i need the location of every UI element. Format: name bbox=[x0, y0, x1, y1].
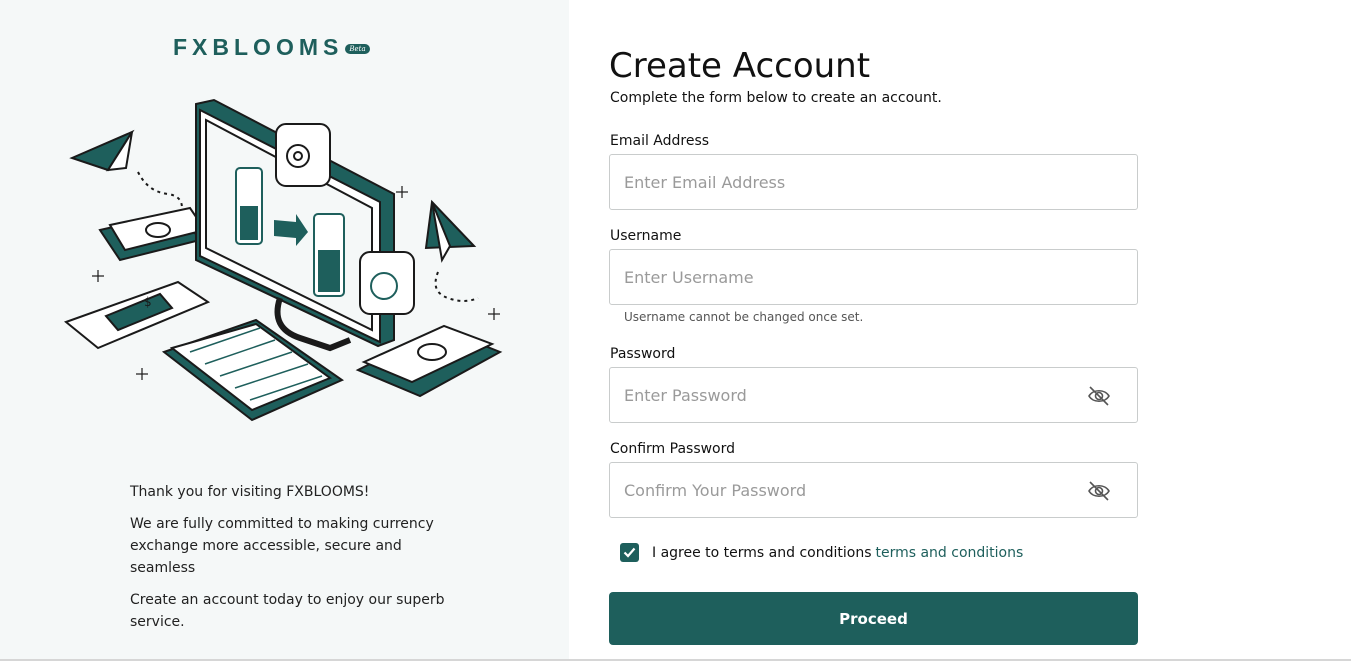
email-field[interactable] bbox=[610, 155, 1137, 209]
terms-checkbox[interactable] bbox=[620, 543, 639, 562]
brand-logo[interactable]: FXBLOOMS Beta bbox=[173, 34, 370, 61]
confirm-password-field-wrapper bbox=[609, 462, 1138, 518]
welcome-line-3: Create an account today to enjoy our sup… bbox=[130, 592, 445, 630]
welcome-line-2: We are fully committed to making currenc… bbox=[130, 516, 434, 576]
password-field[interactable] bbox=[610, 368, 1137, 422]
username-label: Username bbox=[610, 228, 682, 244]
password-field-wrapper bbox=[609, 367, 1138, 423]
terms-text: I agree to terms and conditions bbox=[652, 544, 872, 561]
brand-name: FXBLOOMS bbox=[173, 34, 344, 60]
money-transfer-illustration: $ bbox=[63, 98, 503, 422]
password-label: Password bbox=[610, 346, 676, 362]
page-subtitle: Complete the form below to create an acc… bbox=[610, 90, 942, 106]
username-field[interactable] bbox=[610, 250, 1137, 304]
terms-link[interactable]: terms and conditions bbox=[875, 545, 1023, 561]
confirm-password-field[interactable] bbox=[610, 463, 1137, 517]
username-hint: Username cannot be changed once set. bbox=[624, 310, 864, 324]
checkmark-icon bbox=[623, 547, 636, 558]
confirm-password-label: Confirm Password bbox=[610, 441, 736, 457]
left-panel: FXBLOOMS Beta $ Thank you for visiting F… bbox=[0, 0, 569, 661]
username-field-wrapper bbox=[609, 249, 1138, 305]
beta-badge: Beta bbox=[345, 44, 370, 54]
page-title: Create Account bbox=[609, 46, 871, 86]
eye-off-icon[interactable] bbox=[1087, 385, 1111, 407]
welcome-message: Thank you for visiting FXBLOOMS! We are … bbox=[130, 481, 450, 643]
svg-text:$: $ bbox=[144, 295, 152, 309]
proceed-button[interactable]: Proceed bbox=[609, 592, 1138, 645]
email-label: Email Address bbox=[610, 133, 710, 149]
terms-agreement: I agree to terms and conditions terms an… bbox=[620, 543, 1023, 562]
eye-off-icon[interactable] bbox=[1087, 480, 1111, 502]
email-field-wrapper bbox=[609, 154, 1138, 210]
welcome-line-1: Thank you for visiting FXBLOOMS! bbox=[130, 484, 370, 500]
